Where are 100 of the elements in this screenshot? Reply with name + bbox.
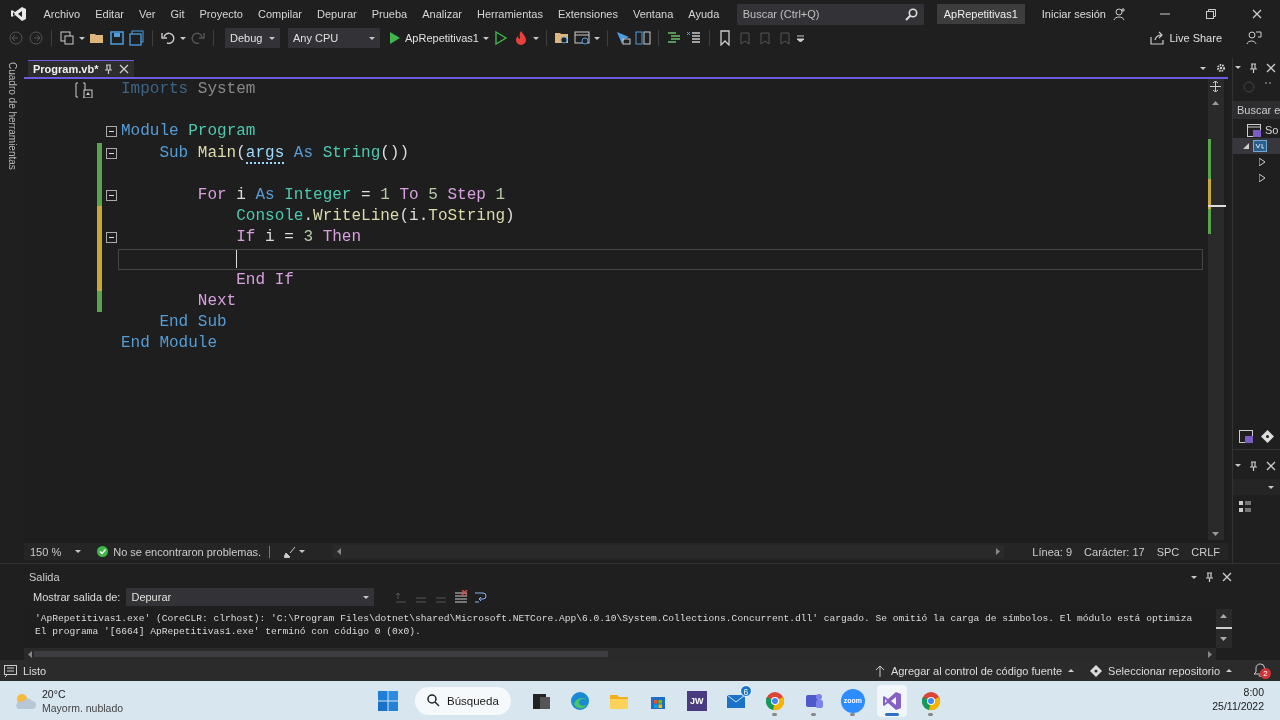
editor-tab[interactable]: Program.vb* bbox=[28, 60, 135, 77]
play-outline-icon[interactable] bbox=[493, 30, 509, 46]
code-cleanup-button[interactable] bbox=[284, 545, 306, 558]
dropdown-icon[interactable] bbox=[1191, 575, 1197, 579]
new-project-icon[interactable] bbox=[59, 30, 75, 46]
menu-item[interactable]: Ventana bbox=[625, 8, 681, 20]
menu-item[interactable]: Ver bbox=[131, 8, 163, 20]
expanded-arrow-icon[interactable] bbox=[1243, 143, 1249, 149]
platform-dropdown[interactable]: Any CPU bbox=[288, 28, 380, 48]
search-icon[interactable] bbox=[904, 7, 918, 21]
pin-icon[interactable] bbox=[1205, 572, 1214, 582]
flame-icon[interactable] bbox=[513, 30, 529, 46]
scroll-right-icon[interactable] bbox=[996, 548, 1001, 555]
clear-all-icon[interactable] bbox=[454, 590, 469, 604]
solution-explorer-tab-icon[interactable] bbox=[1239, 430, 1253, 443]
split-icon[interactable] bbox=[1210, 81, 1221, 92]
account-icon[interactable] bbox=[1112, 7, 1126, 21]
taskbar-app[interactable]: 6 bbox=[720, 684, 751, 717]
vertical-scrollbar[interactable] bbox=[1216, 609, 1232, 648]
caret-icon[interactable] bbox=[79, 36, 85, 40]
menu-item[interactable]: Depurar bbox=[309, 8, 365, 20]
menu-item[interactable]: Compilar bbox=[250, 8, 310, 20]
configuration-dropdown[interactable]: Debug bbox=[225, 28, 280, 48]
close-icon[interactable] bbox=[119, 64, 130, 74]
folder-search-icon[interactable] bbox=[554, 30, 570, 46]
git-changes-icon[interactable] bbox=[1261, 430, 1274, 443]
caret-icon[interactable] bbox=[533, 36, 539, 40]
dropdown-icon[interactable] bbox=[1200, 67, 1206, 70]
select-element-icon[interactable] bbox=[615, 30, 631, 46]
menu-item[interactable]: Proyecto bbox=[192, 8, 251, 20]
caret-icon[interactable] bbox=[483, 36, 489, 40]
vertical-scrollbar[interactable] bbox=[1208, 79, 1224, 540]
uncomment-lines-icon[interactable] bbox=[686, 30, 702, 46]
menu-item[interactable]: Prueba bbox=[364, 8, 415, 20]
search-field[interactable]: Buscar (Ctrl+Q) bbox=[736, 3, 924, 25]
dropdown-icon[interactable] bbox=[1235, 464, 1241, 467]
tree-item[interactable] bbox=[1233, 138, 1280, 154]
save-all-icon[interactable] bbox=[129, 30, 145, 46]
pin-icon[interactable] bbox=[104, 64, 114, 74]
categorized-icon[interactable] bbox=[1239, 501, 1251, 513]
code-line: End Sub bbox=[158, 312, 227, 334]
close-icon[interactable] bbox=[1222, 572, 1232, 582]
scroll-up-icon[interactable] bbox=[1220, 614, 1227, 618]
save-icon[interactable] bbox=[109, 30, 125, 46]
zoom-dropdown[interactable]: 150 % bbox=[30, 545, 90, 558]
menu-item[interactable]: Archivo bbox=[36, 8, 88, 20]
collapse-icon[interactable] bbox=[106, 147, 117, 159]
menu-item[interactable]: Ayuda bbox=[680, 8, 727, 20]
live-share-button[interactable]: Live Share bbox=[1150, 31, 1222, 45]
sign-in-link[interactable]: Iniciar sesión bbox=[1041, 8, 1106, 20]
pin-icon[interactable] bbox=[1249, 460, 1258, 471]
menu-item[interactable]: Git bbox=[162, 8, 192, 20]
dropdown-icon[interactable] bbox=[1235, 66, 1241, 69]
issues-status[interactable]: No se encontraron problemas. bbox=[113, 545, 262, 558]
select-repository-button[interactable]: Seleccionar repositorio bbox=[1090, 664, 1232, 677]
bookmark-icon[interactable] bbox=[717, 30, 733, 46]
overflow-icon[interactable] bbox=[797, 34, 804, 42]
taskbar-app[interactable]: JW bbox=[681, 684, 712, 717]
menu-item[interactable]: Extensiones bbox=[550, 8, 626, 20]
tree-item[interactable]: So bbox=[1233, 122, 1280, 138]
caret-icon[interactable] bbox=[180, 36, 186, 40]
horizontal-scrollbar[interactable] bbox=[24, 648, 1216, 660]
output-source-dropdown[interactable]: Depurar bbox=[126, 588, 375, 606]
start-icon[interactable] bbox=[378, 690, 398, 711]
comment-lines-icon[interactable] bbox=[666, 30, 682, 46]
vb-project-icon bbox=[1253, 140, 1267, 152]
output-status-icon[interactable] bbox=[4, 664, 17, 677]
feedback-icon[interactable] bbox=[1246, 30, 1262, 46]
line-endings-status[interactable]: CRLF bbox=[1185, 545, 1226, 558]
menu-item[interactable]: Analizar bbox=[414, 8, 470, 20]
taskbar-search[interactable]: Búsqueda bbox=[415, 686, 511, 715]
scroll-down-icon[interactable] bbox=[1220, 637, 1227, 641]
collapse-icon[interactable] bbox=[106, 126, 117, 138]
caret-icon[interactable] bbox=[594, 36, 600, 40]
scroll-down-icon[interactable] bbox=[1212, 532, 1219, 536]
scroll-left-icon[interactable] bbox=[28, 650, 32, 658]
menu-item[interactable]: Herramientas bbox=[469, 8, 551, 20]
pin-icon[interactable] bbox=[1249, 62, 1258, 73]
settings-icon[interactable] bbox=[1216, 63, 1226, 73]
menu-item[interactable]: Editar bbox=[87, 8, 132, 20]
close-icon[interactable] bbox=[1266, 460, 1276, 471]
quick-actions-icon[interactable] bbox=[75, 81, 93, 98]
scroll-up-icon[interactable] bbox=[1212, 101, 1219, 105]
scroll-left-icon[interactable] bbox=[337, 548, 342, 555]
undo-icon[interactable] bbox=[160, 30, 176, 46]
split-view-icon[interactable] bbox=[635, 30, 651, 46]
scroll-right-icon[interactable] bbox=[1208, 650, 1212, 658]
bell-icon[interactable] bbox=[1254, 662, 1267, 677]
close-icon[interactable] bbox=[1252, 9, 1262, 19]
window-icon[interactable] bbox=[574, 30, 590, 46]
start-button[interactable]: ApRepetitivas1 bbox=[390, 32, 479, 44]
indentation-status[interactable]: SPC bbox=[1150, 545, 1186, 558]
collapse-icon[interactable] bbox=[106, 232, 117, 244]
horizontal-scrollbar[interactable] bbox=[333, 545, 1005, 558]
add-to-source-control-button[interactable]: Agregar al control de código fuente bbox=[874, 664, 1075, 677]
collapse-icon[interactable] bbox=[106, 190, 117, 202]
word-wrap-icon[interactable] bbox=[474, 590, 489, 604]
toolbox-tab[interactable]: Cuadro de herramientas bbox=[6, 62, 18, 170]
close-icon[interactable] bbox=[1266, 62, 1276, 73]
restore-icon[interactable] bbox=[1206, 9, 1216, 19]
